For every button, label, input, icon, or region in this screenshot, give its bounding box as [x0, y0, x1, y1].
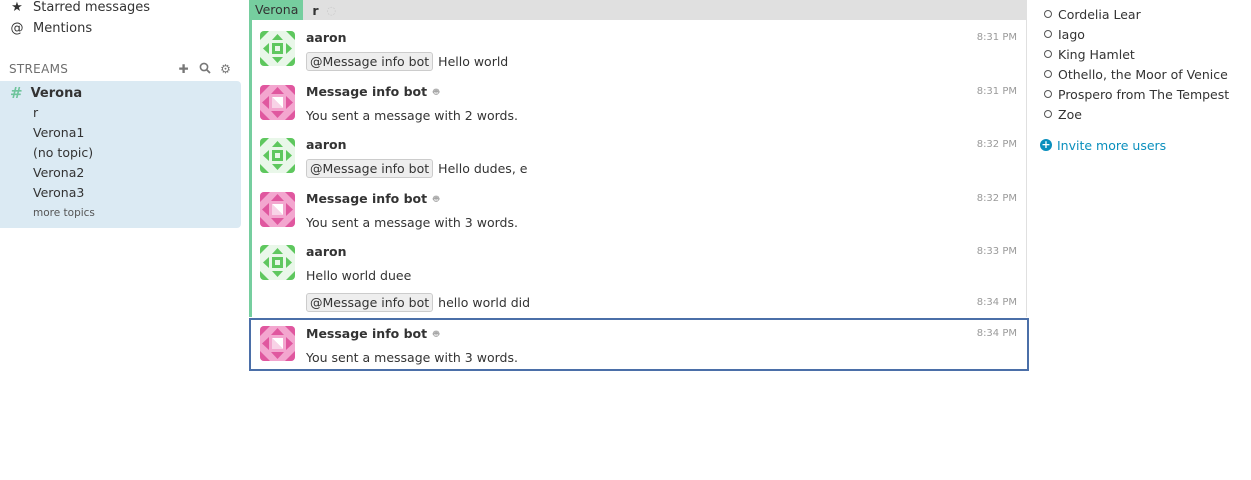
user-list-item[interactable]: Zoe — [1044, 105, 1082, 123]
message[interactable]: Message info bot 🤖︎ 8:31 PM You sent a m… — [252, 74, 1027, 127]
at-icon: @ — [10, 20, 24, 36]
stream-verona-panel: # Verona r Verona1 (no topic) Verona2 Ve… — [0, 81, 241, 228]
message-feed: Verona r ◌ aaron 8:31 PM @Message info b… — [249, 0, 1029, 371]
plus-circle-icon: + — [1040, 138, 1052, 151]
sender-label: Message info bot — [306, 84, 428, 99]
timestamp[interactable]: 8:34 PM — [977, 297, 1017, 308]
message-text: You sent a message with 2 words. — [306, 108, 518, 123]
bot-icon: 🤖︎ — [433, 86, 440, 98]
topic-item[interactable]: r — [33, 103, 38, 121]
avatar[interactable] — [260, 326, 295, 361]
message-text: Hello world — [438, 54, 509, 69]
user-list-item[interactable]: Iago — [1044, 25, 1085, 43]
message[interactable]: aaron 8:31 PM @Message info bot Hello wo… — [252, 20, 1027, 73]
user-name: Cordelia Lear — [1058, 6, 1141, 22]
streams-label: STREAMS — [9, 62, 69, 76]
message-text: You sent a message with 3 words. — [306, 350, 518, 365]
avatar[interactable] — [260, 245, 295, 280]
message-content: @Message info bot Hello world — [306, 52, 508, 71]
sender-name[interactable]: Message info bot 🤖︎ — [306, 326, 439, 341]
selected-message[interactable]: Message info bot 🤖︎ 8:34 PM You sent a m… — [249, 318, 1029, 371]
sender-label: Message info bot — [306, 326, 428, 341]
avatar[interactable] — [260, 192, 295, 227]
star-icon: ★ — [11, 0, 23, 15]
avatar[interactable] — [260, 85, 295, 120]
streams-header: STREAMS ✚ ⚙ — [9, 60, 233, 78]
stream-hash-icon: # — [10, 84, 23, 102]
user-list-item[interactable]: Prospero from The Tempest — [1044, 85, 1229, 103]
sender-label: Message info bot — [306, 191, 428, 206]
topic-item[interactable]: Verona1 — [33, 123, 84, 141]
message-text: hello world did — [438, 295, 531, 310]
message[interactable]: Message info bot 🤖︎ 8:32 PM You sent a m… — [252, 181, 1027, 234]
message-text: Hello dudes, e — [438, 161, 528, 176]
sender-name[interactable]: Message info bot 🤖︎ — [306, 84, 439, 99]
message-text: You sent a message with 3 words. — [306, 215, 518, 230]
user-mention[interactable]: @Message info bot — [306, 52, 434, 71]
user-name: Zoe — [1058, 106, 1082, 122]
user-name: Othello, the Moor of Venice — [1058, 66, 1228, 82]
presence-dot-icon — [1044, 110, 1052, 118]
user-mention[interactable]: @Message info bot — [306, 293, 434, 312]
timestamp[interactable]: 8:31 PM — [977, 86, 1017, 97]
user-name: Iago — [1058, 26, 1085, 42]
user-list-item[interactable]: Cordelia Lear — [1044, 5, 1141, 23]
bot-icon: 🤖︎ — [433, 193, 440, 205]
presence-dot-icon — [1044, 70, 1052, 78]
presence-dot-icon — [1044, 90, 1052, 98]
topic-item[interactable]: Verona3 — [33, 183, 84, 201]
message[interactable]: 8:34 PM @Message info bot hello world di… — [252, 288, 1027, 316]
timestamp[interactable]: 8:31 PM — [977, 32, 1017, 43]
recipient-stream[interactable]: Verona — [249, 0, 304, 20]
gear-icon[interactable]: ⚙ — [218, 62, 233, 77]
message-content: @Message info bot Hello dudes, e — [306, 159, 527, 178]
invite-more-users-link[interactable]: + Invite more users — [1040, 136, 1166, 154]
user-list-item[interactable]: Othello, the Moor of Venice — [1044, 65, 1228, 83]
recipient-bar: Verona r ◌ — [249, 0, 1027, 20]
message[interactable]: aaron 8:33 PM Hello world duee — [252, 234, 1027, 287]
presence-dot-icon — [1044, 50, 1052, 58]
presence-dot-icon — [1044, 10, 1052, 18]
user-name: King Hamlet — [1058, 46, 1135, 62]
message-group: aaron 8:31 PM @Message info bot Hello wo… — [249, 20, 1027, 317]
topic-item[interactable]: (no topic) — [33, 143, 93, 161]
stream-item-verona[interactable]: # Verona — [10, 84, 82, 102]
sender-name[interactable]: Message info bot 🤖︎ — [306, 191, 439, 206]
timestamp[interactable]: 8:34 PM — [977, 328, 1017, 339]
message-text: Hello world duee — [306, 268, 412, 283]
mute-topic-icon[interactable]: ◌ — [327, 4, 337, 17]
sender-name[interactable]: aaron — [306, 137, 347, 152]
bot-icon: 🤖︎ — [433, 328, 440, 340]
sender-name[interactable]: aaron — [306, 30, 347, 45]
invite-label: Invite more users — [1057, 137, 1167, 153]
timestamp[interactable]: 8:32 PM — [977, 139, 1017, 150]
stream-label: Verona — [30, 85, 83, 101]
timestamp[interactable]: 8:32 PM — [977, 193, 1017, 204]
avatar[interactable] — [260, 31, 295, 66]
nav-starred-messages[interactable]: ★ Starred messages — [10, 0, 150, 17]
user-mention[interactable]: @Message info bot — [306, 159, 434, 178]
more-topics-link[interactable]: more topics — [33, 207, 95, 219]
recipient-topic[interactable]: r — [312, 3, 318, 18]
add-stream-icon[interactable]: ✚ — [176, 62, 191, 77]
timestamp[interactable]: 8:33 PM — [977, 246, 1017, 257]
user-name: Prospero from The Tempest — [1058, 86, 1230, 102]
presence-dot-icon — [1044, 30, 1052, 38]
user-list-item[interactable]: King Hamlet — [1044, 45, 1135, 63]
nav-label: Mentions — [33, 20, 93, 36]
message-content: @Message info bot hello world did — [306, 293, 530, 312]
search-icon[interactable] — [197, 62, 212, 77]
sender-name[interactable]: aaron — [306, 244, 347, 259]
nav-mentions[interactable]: @ Mentions — [10, 18, 93, 38]
message[interactable]: aaron 8:32 PM @Message info bot Hello du… — [252, 127, 1027, 180]
avatar[interactable] — [260, 138, 295, 173]
topic-item[interactable]: Verona2 — [33, 163, 84, 181]
nav-label: Starred messages — [33, 0, 151, 15]
